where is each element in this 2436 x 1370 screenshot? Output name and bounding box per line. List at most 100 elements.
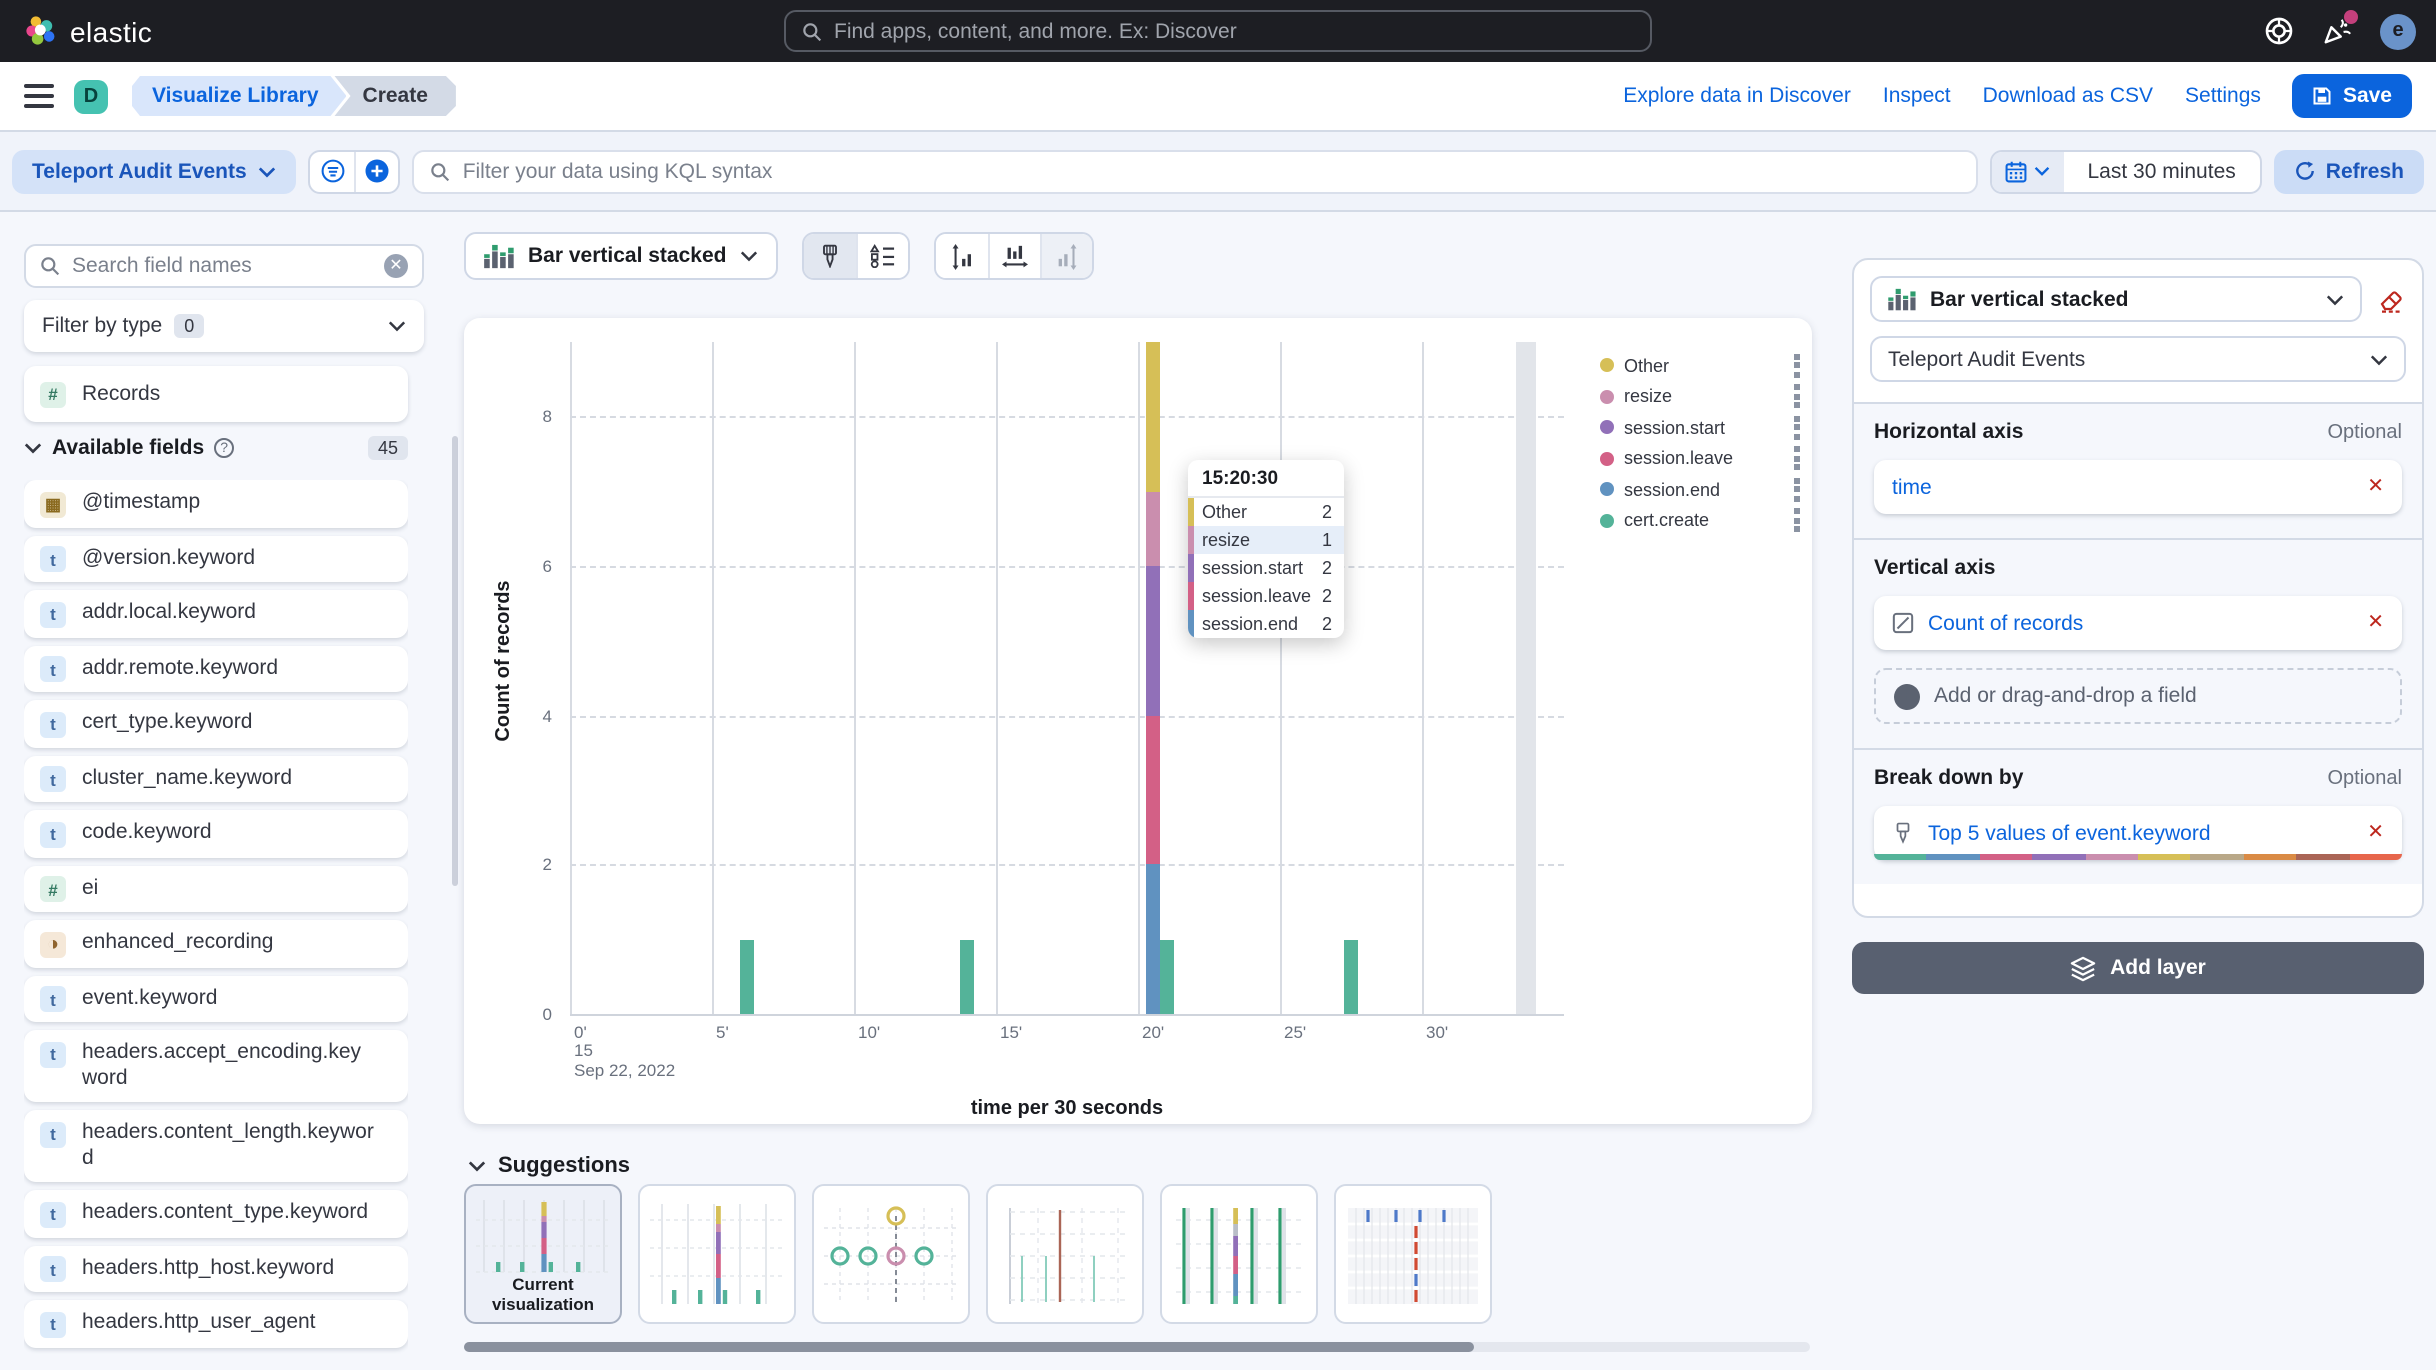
header-action-explore-data-in-discover[interactable]: Explore data in Discover [1623, 84, 1851, 108]
config-chart-type-dropdown[interactable]: Bar vertical stacked [1870, 276, 2362, 322]
bar-segment-resize[interactable] [1145, 491, 1159, 566]
field-item-headers-accept-encoding-keyword[interactable]: theaders.accept_encoding.keyword [24, 1030, 408, 1102]
bar-segment-session-leave[interactable] [1145, 715, 1159, 864]
bar-segment-cert-create[interactable] [1344, 939, 1358, 1014]
header-action-inspect[interactable]: Inspect [1883, 84, 1951, 108]
sidebar-scrollbar[interactable] [452, 436, 458, 886]
remove-dimension-icon[interactable]: ✕ [2367, 823, 2384, 843]
field-item-event-keyword[interactable]: tevent.keyword [24, 975, 408, 1022]
field-item-enhanced-recording[interactable]: ◑enhanced_recording [24, 920, 408, 967]
remove-dimension-icon[interactable]: ✕ [2367, 477, 2384, 497]
field-item-code-keyword[interactable]: tcode.keyword [24, 810, 408, 857]
formula-icon [1892, 612, 1914, 634]
suggestion-thumbnail-5[interactable] [1160, 1184, 1318, 1324]
suggestion-chart-icon [1342, 1200, 1484, 1312]
bar-segment-session-end[interactable] [1145, 865, 1159, 1014]
legend-actions-icon[interactable] [1794, 478, 1800, 502]
field-item-headers-content-type-keyword[interactable]: theaders.content_type.keyword [24, 1190, 408, 1237]
x-axis-line [570, 1014, 1564, 1016]
legend-item-session-end[interactable]: session.end [1600, 474, 1800, 505]
suggestion-current[interactable]: Current visualization [464, 1184, 622, 1324]
suggestion-thumbnail-6[interactable] [1334, 1184, 1492, 1324]
suggestion-thumbnail-2[interactable] [638, 1184, 796, 1324]
field-item-addr-remote-keyword[interactable]: taddr.remote.keyword [24, 645, 408, 692]
suggestion-thumbnail-3[interactable] [812, 1184, 970, 1324]
suggestion-thumbnail-4[interactable] [986, 1184, 1144, 1324]
field-item-ei[interactable]: #ei [24, 865, 408, 912]
records-field-item[interactable]: # Records [24, 366, 408, 422]
notification-dot [2344, 10, 2358, 24]
user-avatar[interactable]: e [2380, 13, 2416, 49]
space-badge[interactable]: D [74, 79, 108, 113]
partial-bucket-marker [1516, 342, 1536, 1014]
bar-segment-cert-create[interactable] [961, 939, 975, 1014]
suggestions-scrollbar[interactable] [464, 1342, 1810, 1352]
layer-config-panel: Bar vertical stacked Teleport Audit Even… [1852, 258, 2424, 918]
header-action-settings[interactable]: Settings [2185, 84, 2261, 108]
breakdown-dimension[interactable]: Top 5 values of event.keyword ✕ [1874, 806, 2402, 860]
legend-actions-icon[interactable] [1794, 354, 1800, 378]
chart-type-dropdown[interactable]: Bar vertical stacked [464, 232, 778, 280]
bar-segment-cert-create[interactable] [1159, 939, 1173, 1014]
menu-icon[interactable] [24, 84, 54, 108]
config-data-view-dropdown[interactable]: Teleport Audit Events [1870, 336, 2406, 382]
elastic-logo[interactable]: elastic [0, 14, 152, 48]
legend-item-cert-create[interactable]: cert.create [1600, 505, 1800, 536]
add-layer-button[interactable]: Add layer [1852, 942, 2424, 994]
keyword-field-icon: t [40, 656, 66, 682]
suggestions-accordion[interactable]: Suggestions [468, 1154, 630, 1178]
plot-area[interactable]: 024680'5'10'15'20'25'30'15Sep 22, 2022 [570, 342, 1564, 1014]
saved-query-menu-icon[interactable] [311, 151, 355, 191]
help-icon[interactable] [2264, 16, 2294, 46]
data-view-picker[interactable]: Teleport Audit Events [12, 149, 297, 193]
kql-query-input[interactable]: Filter your data using KQL syntax [413, 149, 1978, 193]
visual-options-button[interactable] [804, 234, 856, 278]
help-question-icon[interactable]: ? [214, 438, 234, 458]
legend-actions-icon[interactable] [1794, 385, 1800, 409]
add-filter-icon[interactable] [355, 151, 399, 191]
vertical-axis-section: Vertical axis Count of records ✕ + Add o… [1854, 538, 2422, 748]
add-field-dropzone[interactable]: + Add or drag-and-drop a field [1874, 668, 2402, 724]
x-gridline [1280, 342, 1282, 1014]
filter-type-count-badge: 0 [174, 314, 204, 338]
available-fields-header[interactable]: Available fields ? 45 [24, 436, 408, 460]
legend-item-session-leave[interactable]: session.leave [1600, 443, 1800, 474]
legend-item-Other[interactable]: Other [1600, 350, 1800, 381]
bar-segment-Other[interactable] [1145, 342, 1159, 491]
bar-segment-session-start[interactable] [1145, 566, 1159, 715]
news-feed-icon[interactable] [2322, 16, 2352, 46]
clear-search-icon[interactable]: ✕ [384, 254, 408, 278]
field-item--timestamp[interactable]: ▦@timestamp [24, 480, 408, 527]
field-item-cluster-name-keyword[interactable]: tcluster_name.keyword [24, 755, 408, 802]
legend-actions-icon[interactable] [1794, 509, 1800, 533]
bar-segment-cert-create[interactable] [741, 939, 755, 1014]
legend-item-resize[interactable]: resize [1600, 381, 1800, 412]
remove-dimension-icon[interactable]: ✕ [2367, 613, 2384, 633]
clear-layer-eraser-icon[interactable] [2378, 285, 2406, 313]
field-item-headers-http-host-keyword[interactable]: theaders.http_host.keyword [24, 1245, 408, 1292]
left-axis-button[interactable] [936, 234, 988, 278]
legend-actions-icon[interactable] [1794, 447, 1800, 471]
legend-item-session-start[interactable]: session.start [1600, 412, 1800, 443]
legend-options-button[interactable] [856, 234, 908, 278]
horizontal-axis-dimension[interactable]: time ✕ [1874, 460, 2402, 514]
refresh-button[interactable]: Refresh [2274, 149, 2424, 193]
global-search-input[interactable]: Find apps, content, and more. Ex: Discov… [784, 10, 1652, 52]
bottom-axis-button[interactable] [988, 234, 1040, 278]
field-item--version-keyword[interactable]: t@version.keyword [24, 535, 408, 582]
keyword-field-icon: t [40, 766, 66, 792]
field-search-input[interactable]: Search field names ✕ [24, 244, 424, 288]
vertical-axis-dimension[interactable]: Count of records ✕ [1874, 596, 2402, 650]
time-range-value[interactable]: Last 30 minutes [2064, 159, 2260, 183]
field-item-addr-local-keyword[interactable]: taddr.local.keyword [24, 590, 408, 637]
field-item-cert-type-keyword[interactable]: tcert_type.keyword [24, 700, 408, 747]
field-item-headers-content-length-keyword[interactable]: theaders.content_length.keyword [24, 1110, 408, 1182]
field-item-headers-http-user-agent[interactable]: theaders.http_user_agent [24, 1300, 408, 1347]
calendar-menu-button[interactable] [1992, 151, 2064, 191]
filter-by-type-accordion[interactable]: Filter by type 0 [24, 300, 424, 352]
legend-color-dot [1600, 421, 1614, 435]
breadcrumb-visualize-library[interactable]: Visualize Library [132, 76, 347, 116]
legend-actions-icon[interactable] [1794, 416, 1800, 440]
header-action-download-as-csv[interactable]: Download as CSV [1983, 84, 2153, 108]
save-button[interactable]: Save [2293, 74, 2412, 118]
